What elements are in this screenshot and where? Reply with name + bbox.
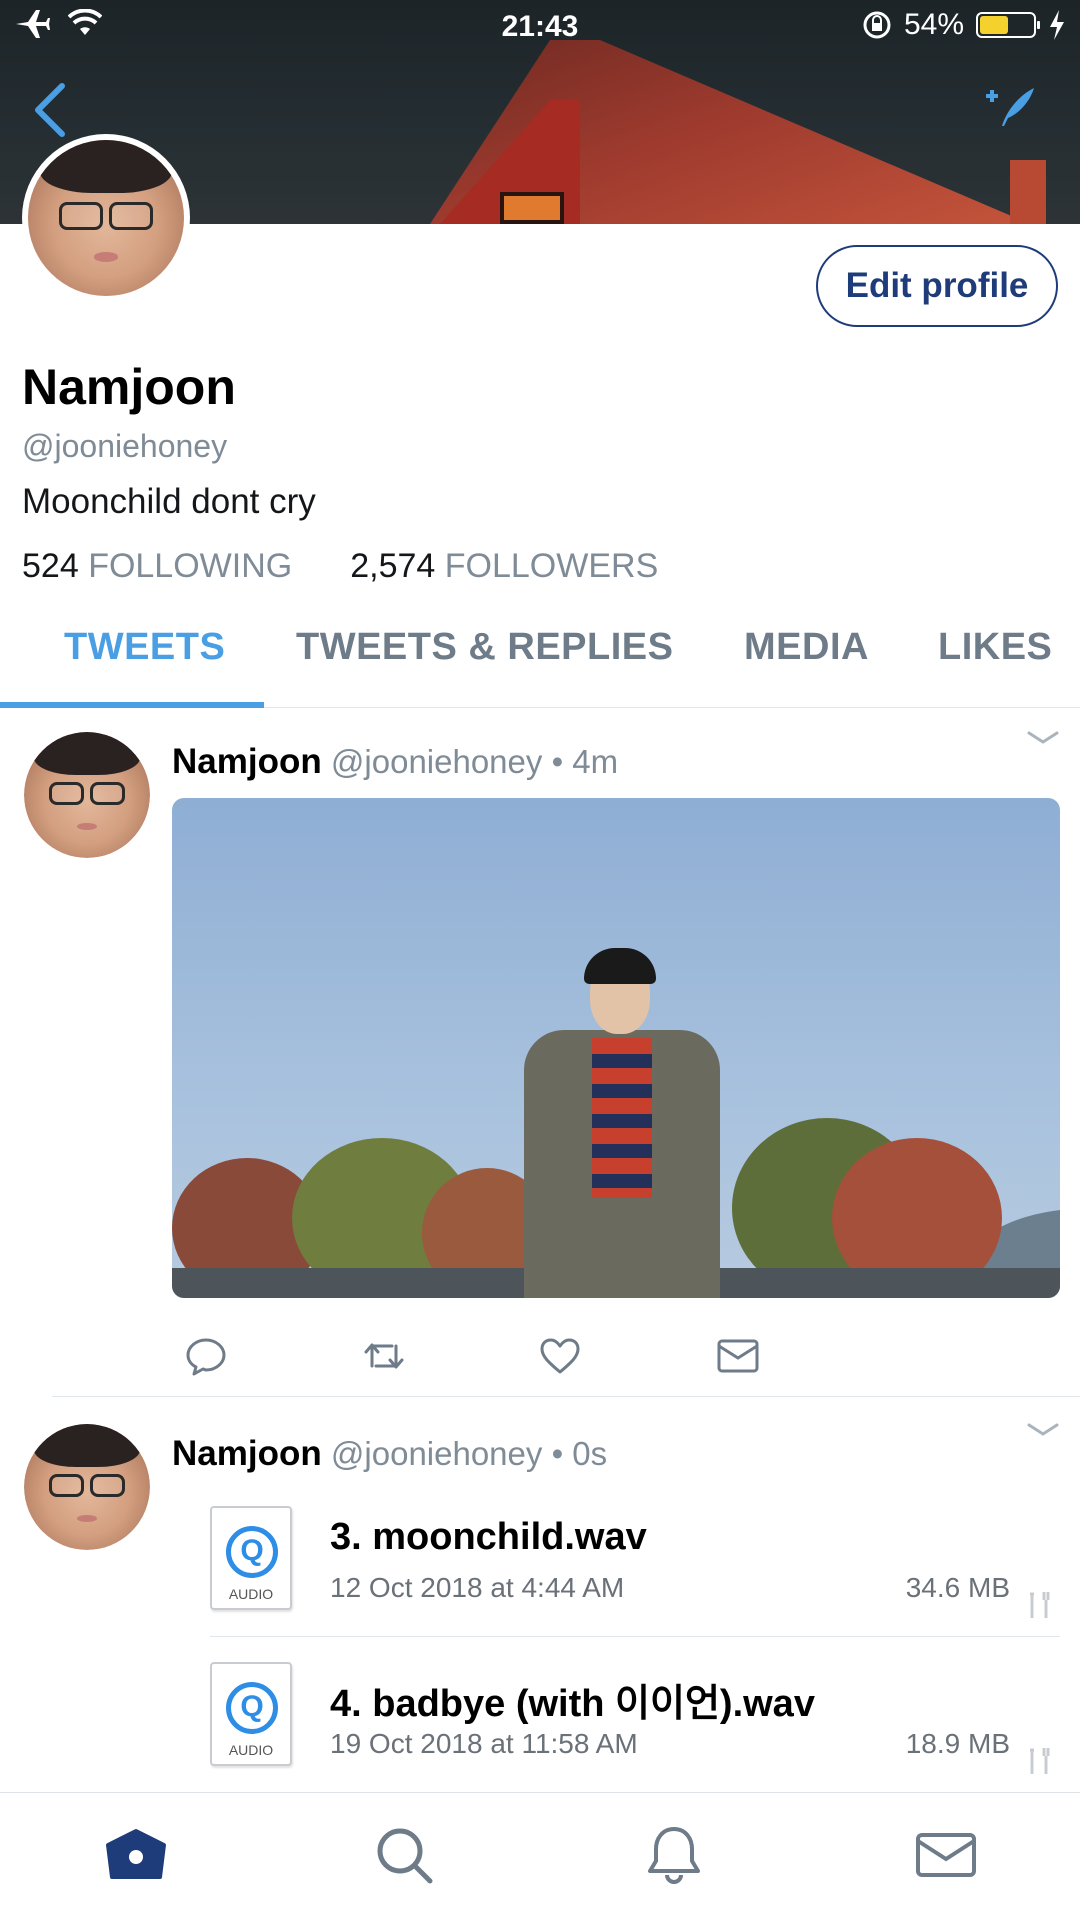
file-date: 12 Oct 2018 at 4:44 AM xyxy=(330,1572,625,1603)
followers-count: 2,574 xyxy=(350,547,436,585)
file-date: 19 Oct 2018 at 11:58 AM xyxy=(330,1728,638,1759)
tools-icon xyxy=(1030,1748,1050,1774)
profile-name: Namjoon xyxy=(22,359,236,415)
profile-handle: @jooniehoney xyxy=(22,428,228,464)
bottom-tab-bar xyxy=(0,1792,1080,1920)
file-name: 4. badbye (with 이이언).wav xyxy=(330,1683,815,1725)
banner-chimney xyxy=(1010,160,1046,224)
file-icon-label: AUDIO xyxy=(228,1586,274,1602)
profile-avatar[interactable] xyxy=(22,134,190,302)
tab-likes[interactable]: LIKES xyxy=(938,626,1052,669)
following-count: 524 xyxy=(22,547,79,585)
file-size: 34.6 MB xyxy=(905,1572,1010,1603)
audio-file-item[interactable]: Q AUDIO 4. badbye (with 이이언).wav 19 Oct … xyxy=(208,1662,1060,1778)
following-label: FOLLOWING xyxy=(88,547,293,585)
tab-tweets-replies[interactable]: TWEETS & REPLIES xyxy=(296,626,673,669)
back-button[interactable] xyxy=(28,82,72,138)
tab-tweets[interactable]: TWEETS xyxy=(64,626,225,669)
tools-icon xyxy=(1030,1592,1050,1618)
tweet-header: Namjoon @jooniehoney • 0s xyxy=(172,1434,607,1474)
tweet-photo[interactable] xyxy=(172,798,1060,1298)
edit-profile-button[interactable]: Edit profile xyxy=(816,245,1058,327)
tweet-actions xyxy=(184,1334,784,1384)
search-icon[interactable] xyxy=(370,1821,438,1889)
battery-icon xyxy=(976,12,1040,38)
tweet-avatar[interactable] xyxy=(24,1424,150,1550)
followers-link[interactable]: 2,574 FOLLOWERS xyxy=(350,547,658,586)
following-link[interactable]: 524 FOLLOWING xyxy=(22,547,292,586)
tweet-author-handle: @jooniehoney xyxy=(330,1435,543,1472)
like-icon[interactable] xyxy=(538,1334,582,1378)
direct-message-icon[interactable] xyxy=(716,1334,760,1378)
tweet-header: Namjoon @jooniehoney • 4m xyxy=(172,742,618,782)
home-icon[interactable] xyxy=(102,1821,170,1889)
file-name: 3. moonchild.wav xyxy=(330,1516,647,1558)
tweet-divider xyxy=(52,1396,1080,1397)
tweet-author-name[interactable]: Namjoon xyxy=(172,742,322,781)
messages-icon[interactable] xyxy=(912,1821,980,1889)
banner-window xyxy=(500,192,564,224)
audio-file-icon: Q AUDIO xyxy=(210,1662,292,1766)
tweet-author-handle: @jooniehoney xyxy=(330,743,543,780)
followers-label: FOLLOWERS xyxy=(444,547,659,585)
profile-bio: Moonchild dont cry xyxy=(22,482,316,521)
audio-file-icon: Q AUDIO xyxy=(210,1506,292,1610)
chevron-down-icon[interactable] xyxy=(1026,1420,1060,1440)
tweet-author-name[interactable]: Namjoon xyxy=(172,1434,322,1473)
file-divider xyxy=(210,1636,1060,1637)
reply-icon[interactable] xyxy=(184,1334,228,1378)
compose-tweet-button[interactable] xyxy=(984,82,1038,132)
retweet-icon[interactable] xyxy=(362,1334,406,1378)
profile-counts: 524 FOLLOWING 2,574 FOLLOWERS xyxy=(22,547,658,586)
audio-file-item[interactable]: Q AUDIO 3. moonchild.wav 12 Oct 2018 at … xyxy=(208,1506,1060,1622)
file-icon-label: AUDIO xyxy=(228,1742,274,1758)
compose-tweet-icon xyxy=(986,88,1034,126)
profile-tabs: TWEETS TWEETS & REPLIES MEDIA LIKES xyxy=(0,612,1080,708)
status-bar: 21:43 54% xyxy=(0,0,1080,54)
tab-media[interactable]: MEDIA xyxy=(744,626,869,669)
charging-icon xyxy=(1050,10,1064,40)
tweet-time: • 4m xyxy=(551,743,619,780)
tweet-avatar[interactable] xyxy=(24,732,150,858)
rotation-lock-icon xyxy=(863,11,891,39)
active-tab-indicator xyxy=(0,702,264,708)
notifications-icon[interactable] xyxy=(640,1821,708,1889)
tweet-time: • 0s xyxy=(551,1435,608,1472)
chevron-left-icon xyxy=(35,83,65,137)
chevron-down-icon[interactable] xyxy=(1026,728,1060,748)
battery-percent: 54% xyxy=(903,8,964,41)
file-size: 18.9 MB xyxy=(905,1728,1010,1759)
